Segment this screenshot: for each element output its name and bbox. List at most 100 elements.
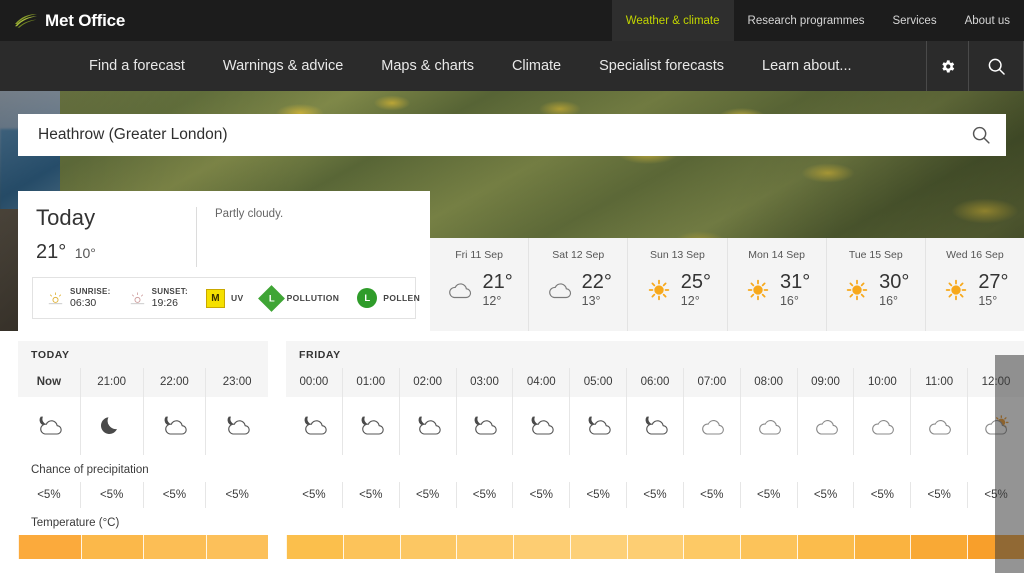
- hour-weather-icon-cell: [910, 397, 967, 455]
- met-office-forecast-page: Met Office Weather & climate Research pr…: [0, 0, 1024, 573]
- hour-weather-icon-cell: [682, 397, 740, 455]
- nav-item-warnings-advice[interactable]: Warnings & advice: [204, 41, 362, 91]
- hourly-icons-row: [286, 397, 1024, 455]
- brand-name: Met Office: [45, 11, 126, 30]
- nav-item-learn-about[interactable]: Learn about...: [743, 41, 871, 91]
- nav-tools: [926, 41, 1024, 91]
- hour-time-0500[interactable]: 05:00: [569, 368, 626, 397]
- search-input[interactable]: [38, 126, 970, 144]
- topnav-item-weather-climate[interactable]: Weather & climate: [611, 0, 734, 41]
- top-bar: Met Office Weather & climate Research pr…: [0, 0, 1024, 41]
- pollution-badge: L: [257, 284, 285, 312]
- hour-time-0100[interactable]: 01:00: [341, 368, 399, 397]
- sun-icon: [946, 279, 967, 301]
- daily-forecast-strip: Fri 11 Sep 21° 12° Sat 12 Sep 22° 13° Su…: [430, 238, 1024, 331]
- hour-time-0600[interactable]: 06:00: [626, 368, 683, 397]
- topnav-item-research-programmes[interactable]: Research programmes: [734, 0, 879, 41]
- sunset-time: 19:26: [151, 296, 178, 309]
- sunrise-label: SUNRISE:: [70, 287, 111, 297]
- hour-time-0000[interactable]: 00:00: [286, 368, 342, 397]
- hourly-times-row: 00:00 01:00 02:00 03:00 04:00 05:00 06:00 07:00…: [286, 368, 1024, 397]
- hour-precip-value: <5%: [142, 482, 206, 508]
- hour-time-0800[interactable]: 08:00: [739, 368, 797, 397]
- hour-precip-value: <5%: [739, 482, 797, 508]
- pollution-label: POLLUTION: [286, 293, 340, 303]
- hour-time-now[interactable]: Now: [18, 368, 80, 397]
- hour-weather-icon-cell: [398, 397, 456, 455]
- pollen-info[interactable]: L POLLEN: [357, 288, 420, 308]
- search-icon: [988, 58, 1005, 75]
- day-forecast-fri-11-sep[interactable]: Fri 11 Sep 21° 12°: [430, 238, 528, 331]
- hour-time-1100[interactable]: 11:00: [910, 368, 967, 397]
- nav-item-specialist-forecasts[interactable]: Specialist forecasts: [580, 41, 743, 91]
- hour-temp-bar: [569, 535, 627, 559]
- hour-precip-value: <5%: [682, 482, 740, 508]
- search-icon[interactable]: [970, 124, 992, 146]
- hour-time-0900[interactable]: 09:00: [796, 368, 854, 397]
- hour-precip-value: <5%: [37, 489, 61, 501]
- nav-item-find-a-forecast[interactable]: Find a forecast: [70, 41, 204, 91]
- top-nav: Weather & climate Research programmes Se…: [611, 0, 1024, 41]
- day-name: Wed 16 Sep: [946, 249, 1004, 261]
- hourly-precip-row: <5% <5% <5% <5%: [18, 482, 268, 508]
- uv-info[interactable]: M UV: [205, 288, 244, 308]
- day-low-temp: 13°: [581, 294, 601, 308]
- hour-time-2200[interactable]: 22:00: [142, 368, 206, 397]
- today-summary-card: Today 21° 10° Partly cloudy. SUNRISE: 06…: [18, 191, 430, 331]
- hour-time-2100[interactable]: 21:00: [79, 368, 143, 397]
- hour-time-1000[interactable]: 10:00: [853, 368, 910, 397]
- hour-weather-icon-cell: [79, 397, 143, 455]
- today-description: Partly cloudy.: [215, 208, 284, 220]
- cloud-icon: [872, 420, 895, 435]
- hour-time-0400[interactable]: 04:00: [512, 368, 569, 397]
- nav-search-button[interactable]: [968, 41, 1024, 91]
- hour-time-0200[interactable]: 02:00: [398, 368, 456, 397]
- topnav-item-about-us[interactable]: About us: [951, 0, 1024, 41]
- hour-temp-bar: [796, 535, 854, 559]
- pollution-info[interactable]: L POLLUTION: [257, 284, 340, 312]
- hour-precip-value: <5%: [341, 482, 399, 508]
- day-forecast-sun-13-sep[interactable]: Sun 13 Sep 25° 12°: [627, 238, 726, 331]
- gear-icon: [942, 59, 955, 73]
- hour-temp-bar: [683, 535, 741, 559]
- hour-time-0300[interactable]: 03:00: [455, 368, 513, 397]
- pollution-value: L: [268, 292, 274, 304]
- nav-item-climate[interactable]: Climate: [493, 41, 580, 91]
- day-name: Mon 14 Sep: [748, 249, 805, 261]
- hourly-icons-row: [18, 397, 268, 455]
- hour-time-0700[interactable]: 07:00: [682, 368, 740, 397]
- hour-temp-bar: [143, 535, 206, 559]
- nav-item-maps-charts[interactable]: Maps & charts: [362, 41, 493, 91]
- hour-precip-value: <5%: [967, 482, 1024, 508]
- hour-time-1200[interactable]: 12:00: [967, 368, 1024, 397]
- hourly-temp-bars-row: [18, 535, 268, 559]
- met-office-swoosh-icon: [15, 14, 37, 28]
- location-search-box[interactable]: [18, 114, 1006, 156]
- hour-precip-value: <5%: [910, 482, 967, 508]
- hour-weather-icon-cell: [626, 397, 683, 455]
- hourly-times-row: Now 21:00 22:00 23:00: [18, 368, 268, 397]
- hour-temp-bar: [18, 535, 81, 559]
- day-low-temp: 16°: [879, 294, 899, 308]
- hour-weather-icon-cell: [142, 397, 206, 455]
- hour-time-2300[interactable]: 23:00: [205, 368, 268, 397]
- day-forecast-mon-14-sep[interactable]: Mon 14 Sep 31° 16°: [726, 238, 826, 331]
- today-temperatures: 21° 10°: [36, 241, 196, 264]
- day-low-temp: 12°: [680, 294, 700, 308]
- settings-button[interactable]: [926, 41, 968, 91]
- met-office-logo[interactable]: Met Office: [0, 0, 125, 41]
- hour-temp-bar: [853, 535, 911, 559]
- day-forecast-sat-12-sep[interactable]: Sat 12 Sep 22° 13°: [528, 238, 627, 331]
- topnav-item-services[interactable]: Services: [878, 0, 950, 41]
- sunrise-info: SUNRISE: 06:30: [47, 287, 111, 309]
- uv-label: UV: [230, 293, 244, 303]
- hour-precip-value: <5%: [796, 482, 854, 508]
- day-forecast-wed-16-sep[interactable]: Wed 16 Sep 27° 15°: [924, 238, 1024, 331]
- day-forecast-tue-15-sep[interactable]: Tue 15 Sep 30° 16°: [825, 238, 925, 331]
- hour-temp-bar: [967, 535, 1024, 559]
- hour-temp-bar: [80, 535, 143, 559]
- sunrise-icon: [48, 291, 63, 304]
- today-headline: Today 21° 10°: [36, 205, 196, 277]
- day-high-temp: 27°: [978, 271, 1009, 293]
- clear-night-icon: [100, 417, 117, 434]
